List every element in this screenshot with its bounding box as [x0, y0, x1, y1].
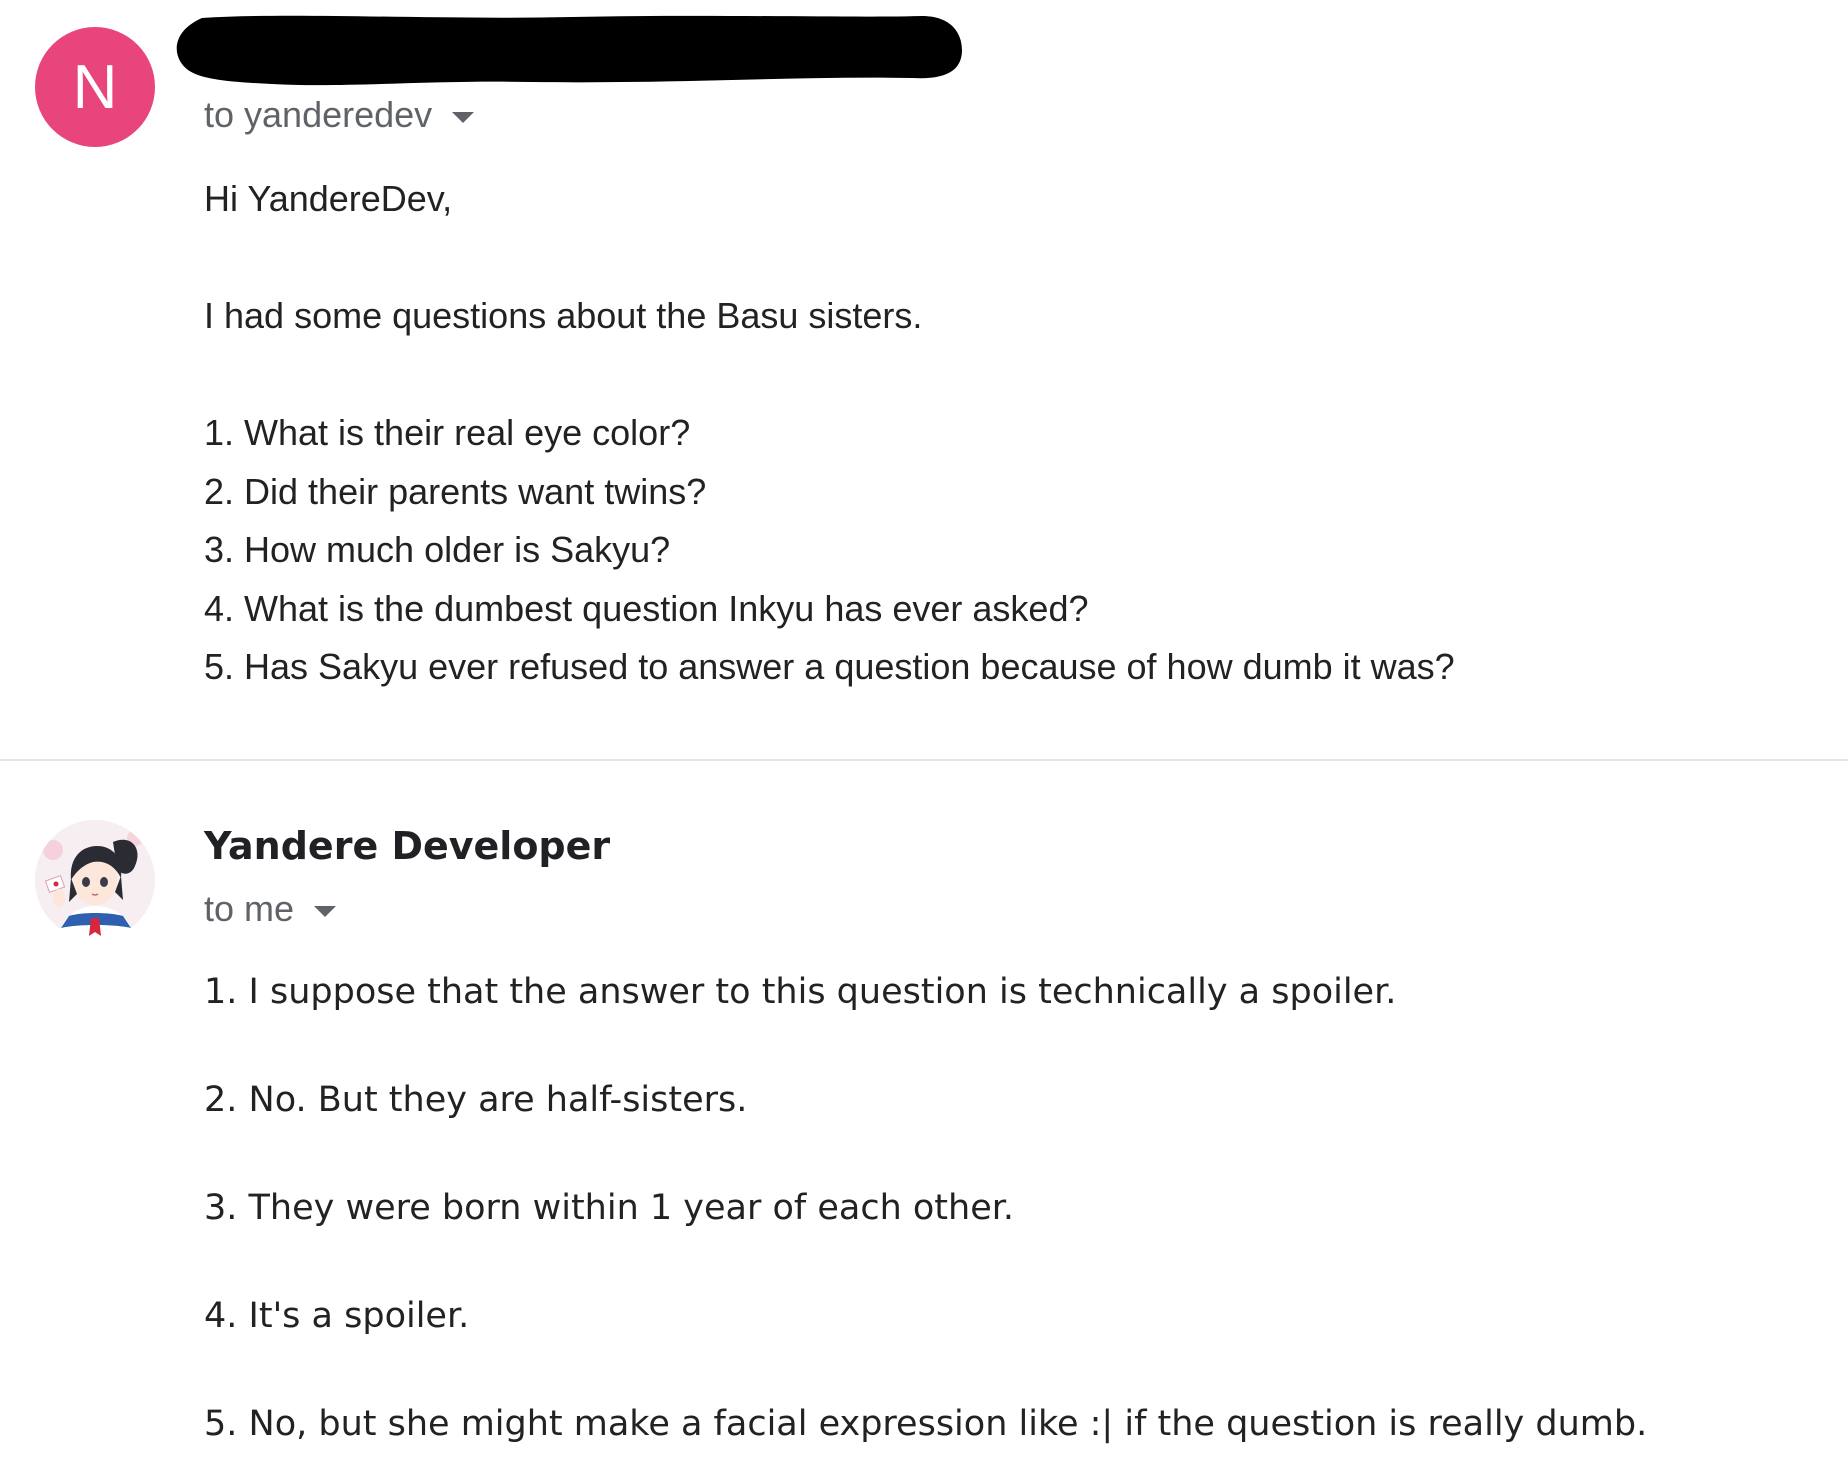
- question-item: 2. Did their parents want twins?: [204, 471, 707, 512]
- anime-girl-avatar-icon: [35, 820, 155, 940]
- chevron-down-icon[interactable]: [452, 111, 475, 123]
- answer-item: 4. It's a spoiler.: [204, 1296, 470, 1336]
- sender-name: Yandere Developer: [204, 824, 611, 868]
- answer-item: 3. They were born within 1 year of each …: [204, 1188, 1015, 1228]
- question-item: 1. What is their real eye color?: [204, 412, 691, 453]
- recipient-dropdown[interactable]: to yanderedev: [204, 94, 475, 136]
- question-item: 3. How much older is Sakyu?: [204, 529, 671, 570]
- question-item: 5. Has Sakyu ever refused to answer a qu…: [204, 646, 1455, 687]
- chevron-down-icon[interactable]: [314, 905, 337, 917]
- avatar-letter: N: [72, 52, 118, 122]
- sender-avatar-image[interactable]: [35, 820, 155, 940]
- message-divider: [0, 759, 1848, 761]
- recipient-dropdown[interactable]: to me: [204, 888, 337, 930]
- greeting-text: Hi YandereDev,: [204, 178, 453, 219]
- recipient-label: to yanderedev: [204, 94, 433, 135]
- redacted-sender-name: [176, 15, 962, 86]
- answer-item: 2. No. But they are half-sisters.: [204, 1080, 748, 1120]
- question-item: 4. What is the dumbest question Inkyu ha…: [204, 588, 1089, 629]
- answer-item: 5. No, but she might make a facial expre…: [204, 1404, 1648, 1444]
- answer-item: 1. I suppose that the answer to this que…: [204, 972, 1397, 1012]
- sender-avatar[interactable]: N: [35, 27, 155, 147]
- recipient-label: to me: [204, 888, 295, 929]
- intro-text: I had some questions about the Basu sist…: [204, 295, 923, 336]
